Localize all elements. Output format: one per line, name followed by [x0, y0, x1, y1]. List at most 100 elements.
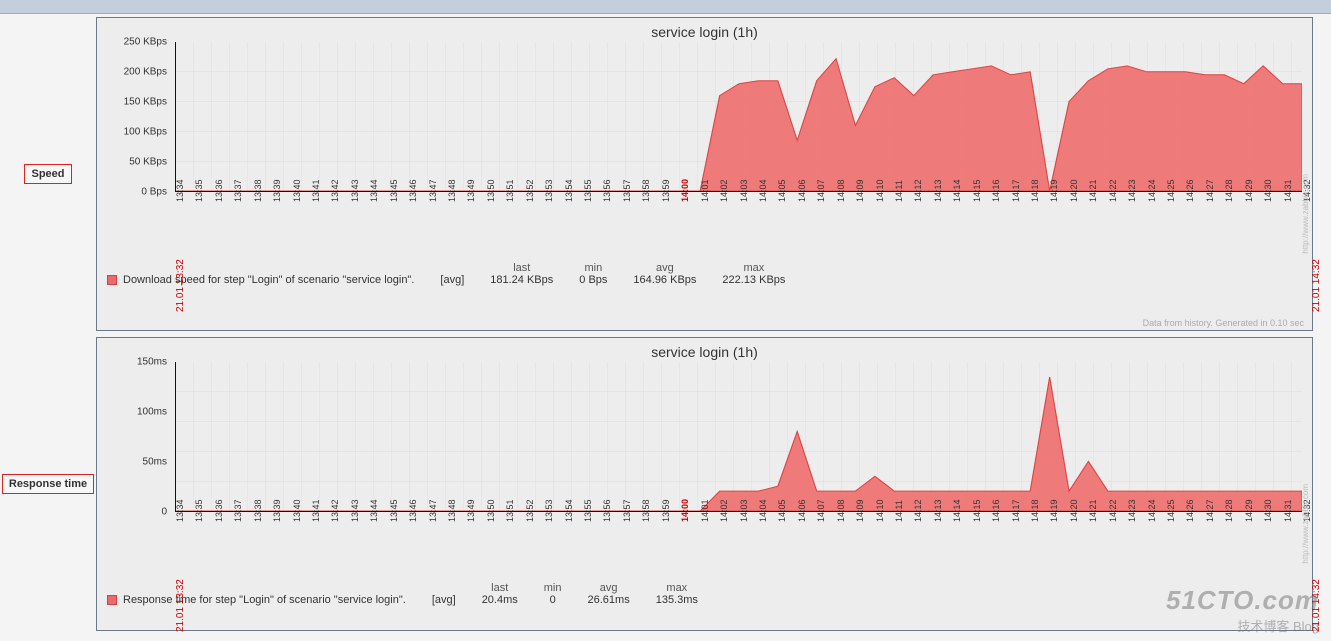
xtick: 14:00 [680, 179, 690, 202]
speed-plot[interactable] [175, 42, 1302, 192]
xtick: 13:38 [253, 499, 263, 522]
xtick: 14:11 [894, 500, 904, 522]
response-end-time: 21.01 14:32 [1311, 579, 1322, 632]
xtick: 14:16 [991, 179, 1001, 202]
xtick: 13:52 [525, 179, 535, 202]
xtick: 14:24 [1147, 499, 1157, 522]
stat-last-h: last [490, 262, 553, 274]
xtick: 14:16 [991, 499, 1001, 522]
zabbix-link[interactable]: http://www.zabbix.com [1301, 484, 1310, 564]
ylabel: 150ms [137, 357, 167, 368]
xtick: 14:02 [719, 179, 729, 202]
speed-start-time: 21.01 13:32 [175, 259, 186, 312]
xtick: 13:35 [194, 179, 204, 202]
xtick: 14:06 [797, 179, 807, 202]
xtick: 14:20 [1069, 499, 1079, 522]
xtick: 13:54 [564, 499, 574, 522]
stat-min-h: min [544, 582, 562, 594]
xtick: 14:26 [1185, 499, 1195, 522]
xtick: 14:12 [913, 179, 923, 202]
xtick: 13:55 [583, 499, 593, 522]
xtick: 14:25 [1166, 179, 1176, 202]
speed-end-time: 21.01 14:32 [1311, 259, 1322, 312]
ylabel: 50 KBps [129, 157, 167, 168]
xtick: 14:29 [1244, 179, 1254, 202]
xtick: 14:13 [933, 499, 943, 522]
xtick: 14:08 [836, 499, 846, 522]
xtick: 14:28 [1224, 499, 1234, 522]
response-legend-agg: [avg] [432, 594, 456, 606]
xtick: 13:47 [428, 499, 438, 522]
stat-avg-h: avg [588, 582, 630, 594]
xtick: 13:36 [214, 179, 224, 202]
xtick: 14:07 [816, 499, 826, 522]
xtick: 14:21 [1088, 179, 1098, 202]
xtick: 14:01 [700, 499, 710, 522]
xtick: 13:49 [466, 499, 476, 522]
xtick: 13:42 [330, 499, 340, 522]
xtick: 13:53 [544, 499, 554, 522]
xtick: 14:01 [700, 179, 710, 202]
xtick: 14:21 [1088, 499, 1098, 522]
stat-max-h: max [656, 582, 698, 594]
speed-footnote: Data from history. Generated in 0.10 sec [1143, 318, 1304, 328]
response-start-time: 21.01 13:32 [175, 579, 186, 632]
xtick: 13:55 [583, 179, 593, 202]
xtick: 14:22 [1108, 499, 1118, 522]
xtick: 14:26 [1185, 179, 1195, 202]
xtick: 13:59 [661, 499, 671, 522]
xtick: 14:03 [739, 179, 749, 202]
xtick: 14:04 [758, 499, 768, 522]
stat-avg-v: 26.61ms [588, 594, 630, 606]
xtick: 13:58 [641, 499, 651, 522]
speed-legend-text: Download speed for step "Login" of scena… [123, 274, 414, 286]
xtick: 14:15 [972, 179, 982, 202]
xtick: 14:05 [777, 499, 787, 522]
xtick: 13:40 [292, 499, 302, 522]
xtick: 13:38 [253, 179, 263, 202]
xtick: 13:39 [272, 499, 282, 522]
xtick: 14:18 [1030, 179, 1040, 202]
ylabel: 100 KBps [124, 127, 167, 138]
stat-max-v: 135.3ms [656, 594, 698, 606]
side-label-speed: Speed [0, 14, 96, 334]
xtick: 14:30 [1263, 499, 1273, 522]
speed-xaxis: 13:3413:3513:3613:3713:3813:3913:4013:41… [175, 200, 1302, 240]
stat-avg-h: avg [633, 262, 696, 274]
top-bar [0, 0, 1331, 14]
xtick: 13:37 [233, 179, 243, 202]
xtick: 13:46 [408, 499, 418, 522]
xtick: 14:05 [777, 179, 787, 202]
xtick: 14:03 [739, 499, 749, 522]
response-plot[interactable] [175, 362, 1302, 512]
stat-min-v: 0 [544, 594, 562, 606]
xtick: 13:39 [272, 179, 282, 202]
xtick: 13:34 [175, 179, 185, 202]
xtick: 14:27 [1205, 179, 1215, 202]
xtick: 13:34 [175, 499, 185, 522]
xtick: 14:02 [719, 499, 729, 522]
xtick: 13:53 [544, 179, 554, 202]
response-box: Response time [2, 474, 94, 494]
ylabel: 200 KBps [124, 67, 167, 78]
speed-chart-frame: service login (1h) 0 Bps50 KBps100 KBps1… [96, 17, 1313, 331]
stat-last-v: 20.4ms [482, 594, 518, 606]
response-chart-title: service login (1h) [97, 338, 1312, 362]
xtick: 14:13 [933, 179, 943, 202]
xtick: 14:25 [1166, 499, 1176, 522]
xtick: 13:49 [466, 179, 476, 202]
xtick: 14:27 [1205, 499, 1215, 522]
response-xaxis: 13:3413:3513:3613:3713:3813:3913:4013:41… [175, 520, 1302, 560]
response-chart-frame: service login (1h) 050ms100ms150ms 13:34… [96, 337, 1313, 631]
side-label-response: Response time [0, 334, 96, 634]
xtick: 14:04 [758, 179, 768, 202]
ylabel: 0 [161, 507, 167, 518]
xtick: 14:28 [1224, 179, 1234, 202]
xtick: 13:45 [389, 499, 399, 522]
stat-last-h: last [482, 582, 518, 594]
ylabel: 0 Bps [141, 187, 167, 198]
xtick: 14:09 [855, 499, 865, 522]
stat-min-h: min [579, 262, 607, 274]
xtick: 14:00 [680, 499, 690, 522]
zabbix-link[interactable]: http://www.zabbix.com [1301, 174, 1310, 254]
